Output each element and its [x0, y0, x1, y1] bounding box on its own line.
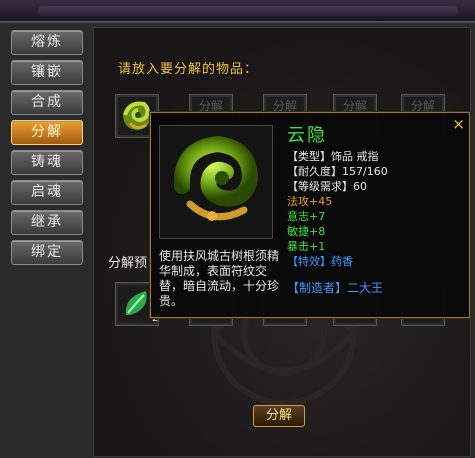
tab-bind[interactable]: 绑定	[11, 240, 83, 265]
tab-awaken-soul[interactable]: 启魂	[11, 180, 83, 205]
tooltip-attributes: 【类型】饰品 戒指 【耐久度】157/160 【等级需求】60 法攻+45 意志…	[287, 149, 388, 269]
tooltip-item-image	[159, 125, 273, 239]
tab-decompose[interactable]: 分解	[11, 120, 83, 145]
decompose-preview-label: 分解预	[108, 256, 148, 271]
tooltip-description: 使用扶风城古树根须精华制成，表面符纹交替，暗自流动，十分珍贵。	[159, 249, 280, 308]
stat-will: 意志+7	[287, 210, 326, 223]
tab-compose[interactable]: 合成	[11, 90, 83, 115]
window-top-bar	[0, 0, 475, 22]
decompose-button[interactable]: 分解	[253, 405, 305, 427]
attr-type: 【类型】饰品 戒指	[287, 150, 379, 163]
window-title-strip	[38, 6, 458, 16]
tooltip-item-name: 云隐	[287, 125, 327, 146]
item-tooltip: × 云隐 【类型】饰品 戒指 【耐久度】157/160 【等级需求】60 法攻+…	[150, 112, 470, 318]
tab-inlay[interactable]: 镶嵌	[11, 60, 83, 85]
green-jade-ring-icon	[173, 135, 259, 221]
decompose-prompt: 请放入要分解的物品：	[118, 62, 259, 77]
attr-durability: 【耐久度】157/160	[287, 165, 388, 178]
attr-level-req: 【等级需求】60	[287, 180, 367, 193]
attr-special: 【特效】药香	[287, 255, 353, 268]
stat-attack: 法攻+45	[287, 195, 333, 208]
tab-inherit[interactable]: 继承	[11, 210, 83, 235]
tab-smelt[interactable]: 熔炼	[11, 30, 83, 55]
tooltip-maker: 【制造者】二大王	[287, 281, 384, 295]
close-icon[interactable]: ×	[452, 115, 465, 133]
stat-crit: 暴击+1	[287, 240, 326, 253]
stat-agility: 敏捷+8	[287, 225, 326, 238]
tab-cast-soul[interactable]: 铸魂	[11, 150, 83, 175]
